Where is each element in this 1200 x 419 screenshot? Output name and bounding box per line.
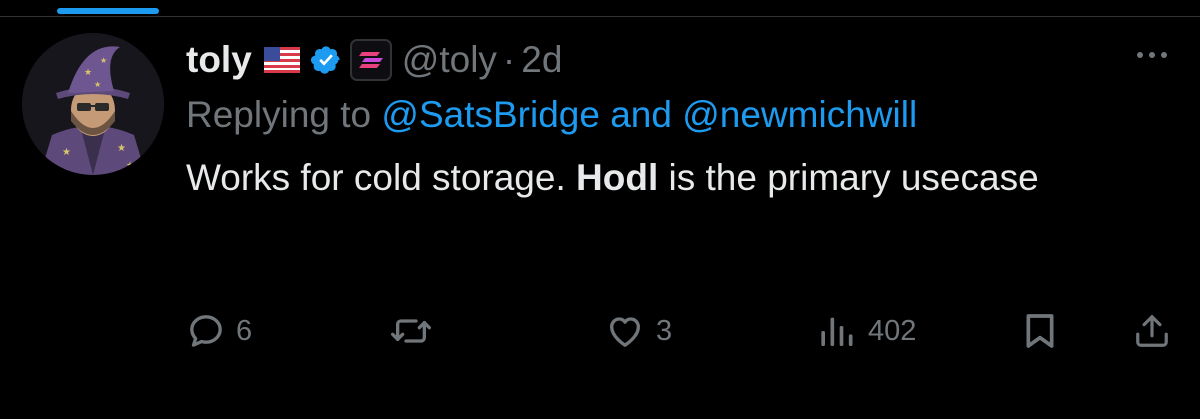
bookmark-button[interactable]: [1022, 311, 1058, 351]
solana-affiliate-icon[interactable]: [349, 39, 392, 81]
analytics-icon: [821, 317, 853, 346]
reply-button[interactable]: 6: [186, 311, 252, 351]
verified-badge-icon[interactable]: [310, 44, 342, 76]
bookmark-icon: [1026, 314, 1054, 348]
svg-text:★: ★: [62, 147, 71, 158]
replying-to-conjunction[interactable]: and: [600, 94, 682, 135]
view-count: 402: [868, 314, 917, 347]
tweet-text: Works for cold storage. Hodl is the prim…: [186, 148, 1176, 207]
more-dot-icon: [1137, 52, 1143, 58]
retweet-button[interactable]: [389, 311, 443, 351]
tweet-text-part: is the primary usecase: [658, 157, 1039, 198]
replying-to: Replying to @SatsBridge and @newmichwill: [186, 94, 1176, 136]
replying-to-label: Replying to: [186, 94, 382, 135]
share-button[interactable]: [1133, 311, 1171, 351]
user-handle[interactable]: @toly: [402, 39, 497, 81]
tab-indicator: [57, 8, 159, 14]
us-flag-icon: [263, 47, 300, 73]
tweet-timestamp[interactable]: 2d: [521, 39, 562, 81]
mention-link[interactable]: @newmichwill: [682, 94, 917, 135]
tweet-text-bold: Hodl: [576, 157, 659, 198]
svg-text:★: ★: [117, 143, 126, 154]
separator-dot: ·: [502, 39, 516, 80]
tweet-content: toly @toly · 2d Replying to @SatsBridge …: [186, 32, 1176, 207]
wizard-avatar-icon: ★ ★ ★ ★ ★ ★ ★: [22, 33, 164, 175]
share-icon: [1136, 315, 1168, 347]
views-button[interactable]: 402: [818, 311, 916, 351]
svg-text:★: ★: [126, 160, 134, 170]
tweet-header: toly @toly · 2d: [186, 32, 1176, 88]
avatar[interactable]: ★ ★ ★ ★ ★ ★ ★: [22, 33, 164, 175]
reply-icon: [190, 315, 222, 347]
display-name[interactable]: toly: [186, 39, 252, 81]
svg-text:★: ★: [50, 163, 58, 173]
like-button[interactable]: 3: [604, 311, 672, 351]
more-options-button[interactable]: [1137, 48, 1175, 62]
reply-count: 6: [236, 314, 253, 347]
tweet-text-part: Works for cold storage.: [186, 157, 577, 198]
svg-text:★: ★: [94, 80, 101, 89]
more-dot-icon: [1149, 52, 1155, 58]
svg-text:★: ★: [84, 67, 92, 77]
more-dot-icon: [1161, 52, 1167, 58]
svg-text:★: ★: [100, 56, 107, 65]
top-divider: [0, 16, 1200, 17]
heart-icon: [610, 317, 640, 347]
retweet-icon: [390, 319, 431, 343]
like-count: 3: [656, 314, 673, 347]
mention-link[interactable]: @SatsBridge: [381, 94, 600, 135]
